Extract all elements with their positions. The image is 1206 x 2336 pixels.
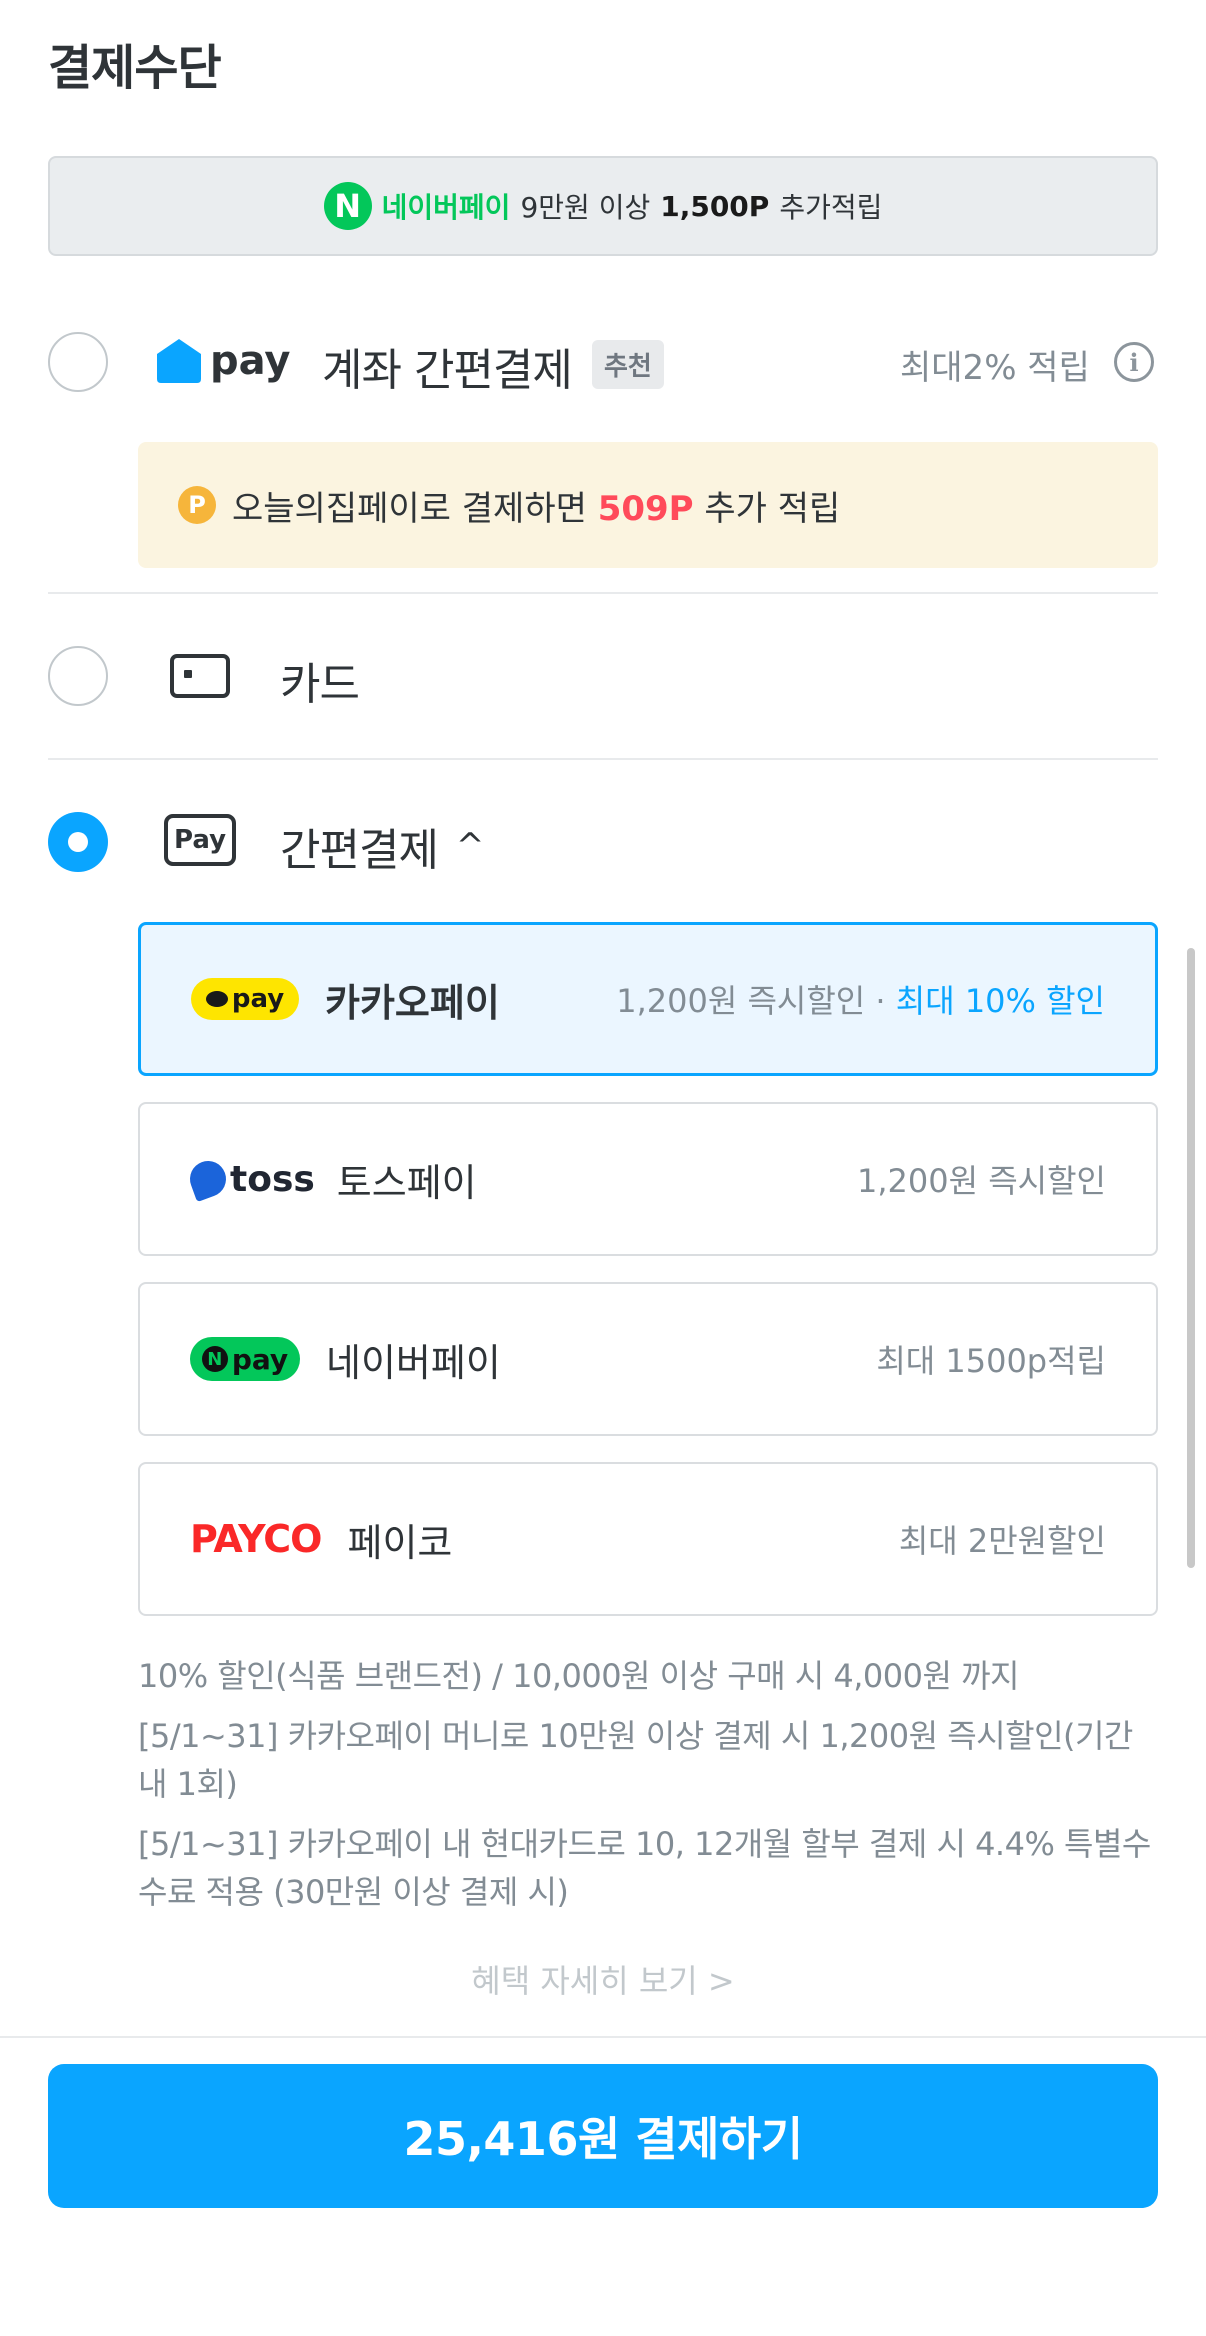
naver-pay-option[interactable]: N pay 네이버페이 최대 1500p적립 bbox=[138, 1282, 1158, 1436]
kakao-pay-info: 1,200원 즉시할인 · bbox=[616, 982, 886, 1020]
easy-pay-toggle[interactable]: 간편결제 ^ bbox=[280, 814, 484, 878]
benefit-note: [5/1~31] 카카오페이 머니로 10만원 이상 결제 시 1,200원 즉… bbox=[138, 1717, 1133, 1803]
easy-pay-label: 간편결제 bbox=[280, 825, 439, 876]
naver-pay-banner[interactable]: N 네이버페이 9만원 이상 1,500P 추가적립 bbox=[48, 156, 1158, 256]
pay-button[interactable]: 25,416원 결제하기 bbox=[48, 2064, 1158, 2208]
speech-bubble-icon bbox=[205, 991, 228, 1007]
benefit-note: [5/1~31] 카카오페이 내 현대카드로 10, 12개월 할부 결제 시 … bbox=[138, 1825, 1151, 1911]
promo-amount: 509P bbox=[597, 488, 694, 529]
payco-name: 페이코 bbox=[347, 1520, 453, 1565]
kakao-pay-accent: 최대 10% 할인 bbox=[895, 982, 1105, 1020]
payco-info: 최대 2만원할인 bbox=[898, 1522, 1106, 1560]
naver-n-icon: N bbox=[201, 1346, 228, 1372]
naver-banner-suffix: 추가적립 bbox=[779, 191, 883, 224]
chevron-up-icon: ^ bbox=[455, 826, 484, 866]
naver-pay-logo: N pay bbox=[190, 1337, 300, 1381]
naver-banner-brand: 네이버페이 bbox=[381, 191, 511, 224]
promo-suffix: 추가 적립 bbox=[704, 488, 841, 529]
divider bbox=[48, 592, 1158, 594]
card-radio[interactable] bbox=[48, 646, 108, 706]
point-coin-icon: P bbox=[178, 486, 216, 524]
ohouse-pay-logo-text: pay bbox=[210, 338, 291, 384]
ohouse-pay-reward: 최대2% 적립 bbox=[900, 348, 1090, 388]
naver-logo-icon: N bbox=[323, 182, 372, 230]
pay-icon: Pay bbox=[164, 814, 236, 866]
naver-pay-logo-text: pay bbox=[231, 1342, 289, 1376]
payco-logo: PAYCO bbox=[190, 1517, 322, 1561]
naver-pay-name: 네이버페이 bbox=[326, 1340, 501, 1385]
card-label: 카드 bbox=[280, 659, 360, 710]
scrollbar[interactable] bbox=[1187, 948, 1195, 1568]
card-icon bbox=[170, 654, 230, 698]
footer-divider bbox=[0, 2036, 1206, 2038]
ohouse-pay-logo: pay bbox=[154, 336, 290, 386]
toss-pay-name: 토스페이 bbox=[336, 1160, 477, 1205]
kakao-pay-logo: pay bbox=[191, 978, 299, 1020]
toss-pay-info: 1,200원 즉시할인 bbox=[857, 1162, 1106, 1200]
benefit-note: 10% 할인(식품 브랜드전) / 10,000원 이상 구매 시 4,000원… bbox=[138, 1657, 1019, 1695]
toss-logo: toss bbox=[184, 1155, 315, 1203]
benefit-detail-link[interactable]: 혜택 자세히 보기 > bbox=[0, 1956, 1206, 2002]
ohouse-pay-radio[interactable] bbox=[48, 332, 108, 392]
house-logo-icon bbox=[157, 339, 201, 383]
kakao-pay-option[interactable]: pay 카카오페이 1,200원 즉시할인 · 최대 10% 할인 bbox=[138, 922, 1158, 1076]
naver-pay-info: 최대 1500p적립 bbox=[876, 1342, 1106, 1380]
promo-prefix: 오늘의집페이로 결제하면 bbox=[232, 488, 587, 529]
kakao-logo-text: pay bbox=[231, 984, 285, 1014]
info-icon[interactable]: i bbox=[1114, 342, 1154, 382]
toss-logo-text: toss bbox=[230, 1158, 315, 1200]
kakao-pay-name: 카카오페이 bbox=[325, 980, 500, 1025]
divider bbox=[48, 758, 1158, 760]
recommend-badge: 추천 bbox=[592, 340, 664, 389]
page-title: 결제수단 bbox=[48, 40, 222, 96]
naver-banner-text: 9만원 이상 bbox=[520, 191, 651, 224]
ohouse-pay-label: 계좌 간편결제 bbox=[322, 345, 573, 396]
easy-pay-radio[interactable] bbox=[48, 812, 108, 872]
naver-banner-points: 1,500P bbox=[660, 189, 770, 223]
payco-option[interactable]: PAYCO 페이코 최대 2만원할인 bbox=[138, 1462, 1158, 1616]
toss-mark-icon bbox=[184, 1155, 232, 1203]
point-promo-box: P 오늘의집페이로 결제하면 509P 추가 적립 bbox=[138, 442, 1158, 568]
toss-pay-option[interactable]: toss 토스페이 1,200원 즉시할인 bbox=[138, 1102, 1158, 1256]
